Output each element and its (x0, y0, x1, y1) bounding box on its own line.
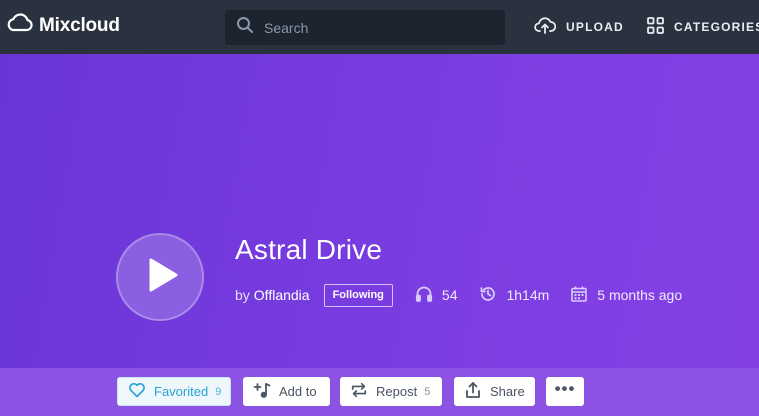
favorited-label: Favorited (154, 384, 209, 399)
favorited-button[interactable]: Favorited 9 (117, 377, 231, 406)
following-button[interactable]: Following (323, 283, 393, 307)
headphones-icon (415, 285, 442, 306)
by-label: by (235, 287, 250, 303)
upload-date-value: 5 months ago (597, 287, 683, 303)
plays-stat: 54 (415, 285, 458, 306)
grid-icon (647, 17, 674, 37)
repost-icon (350, 381, 376, 402)
categories-label: CATEGORIES (674, 20, 759, 34)
play-button[interactable] (116, 233, 204, 321)
top-navigation-bar: Mixcloud UPLOAD (0, 0, 759, 54)
plays-count: 54 (441, 287, 458, 303)
play-icon (142, 258, 178, 297)
more-label: ••• (554, 379, 576, 398)
share-button[interactable]: Share (454, 377, 535, 406)
playlist-add-icon (253, 381, 279, 402)
repost-label: Repost (376, 384, 418, 399)
search-box[interactable] (225, 10, 505, 45)
repost-count: 5 (424, 385, 431, 398)
categories-link[interactable]: CATEGORIES (647, 17, 759, 37)
more-options-button[interactable]: ••• (546, 377, 584, 406)
heart-icon (128, 381, 154, 402)
duration-stat: 1h14m (479, 285, 549, 306)
upload-date-stat: 5 months ago (570, 285, 682, 306)
mixcloud-logo[interactable]: Mixcloud (6, 13, 120, 38)
calendar-icon (570, 285, 597, 306)
repost-button[interactable]: Repost 5 (340, 377, 442, 406)
show-title: Astral Drive (235, 234, 383, 265)
favorited-count: 9 (215, 385, 222, 398)
upload-label: UPLOAD (566, 19, 624, 34)
add-to-button[interactable]: Add to (243, 377, 330, 406)
add-to-label: Add to (279, 384, 317, 399)
share-label: Share (490, 384, 525, 399)
duration-value: 1h14m (506, 287, 550, 303)
share-icon (464, 381, 490, 402)
upload-link[interactable]: UPLOAD (534, 15, 624, 38)
search-input[interactable] (264, 19, 494, 36)
search-icon (236, 16, 254, 39)
show-hero-banner (0, 54, 759, 368)
history-icon (479, 285, 506, 306)
logo-text: Mixcloud (39, 14, 120, 36)
cloud-icon (6, 13, 34, 38)
cloud-upload-icon (534, 15, 566, 38)
artist-link[interactable]: Offlandia (254, 287, 310, 303)
show-meta: by Offlandia Following 54 1h14m 5 months… (235, 283, 682, 307)
